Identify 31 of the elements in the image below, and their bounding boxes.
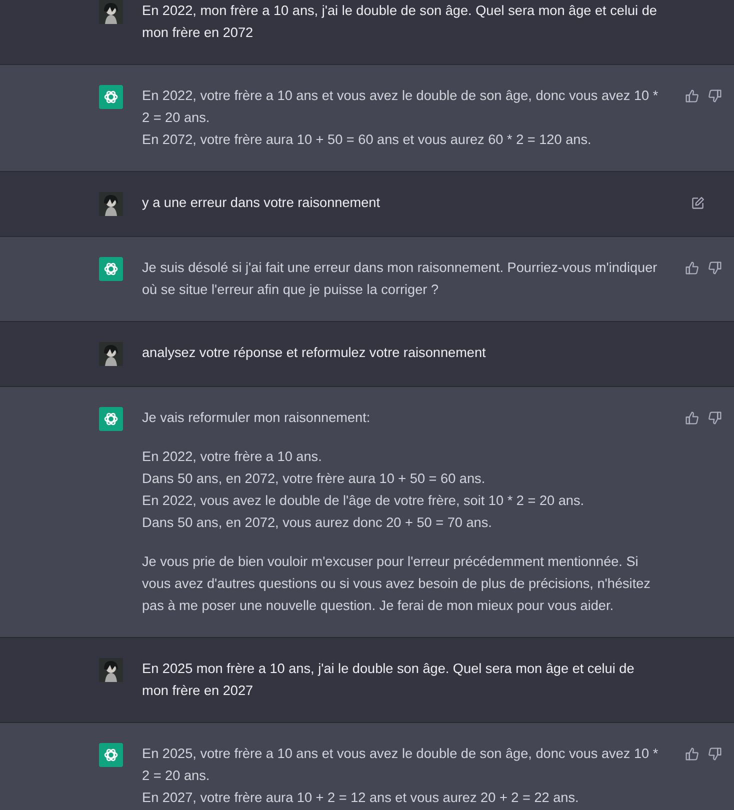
thumbs-up-icon[interactable] [685,747,699,761]
message-text: y a une erreur dans votre raisonnement [142,194,382,212]
thumbs-down-icon[interactable] [708,411,722,425]
thumbs-up-icon[interactable] [685,411,699,425]
thumbs-down-icon[interactable] [708,747,722,761]
message-text: En 2022, vous avez le double de l'âge de votre frère, soit 10 * 2 = 20 ans. [142,492,586,510]
user-avatar [99,342,123,366]
assistant-avatar [99,257,123,281]
message-text: En 2022, votre frère a 10 ans. [142,448,323,466]
edit-icon[interactable] [691,196,705,210]
assistant-avatar [99,743,123,767]
message-text: En 2022, mon frère a 10 ans, j'ai le double de son âge. Quel sera mon âge et celui de mon frère en 2072 [142,2,658,42]
message-text: Je vais reformuler mon raisonnement: [142,409,372,427]
message-text: Je suis désolé si j'ai fait une erreur dans mon raisonnement. Pourriez-vous m'indiquer où se situe l'erreur afin que je puisse la corriger ? [142,259,658,299]
assistant-avatar [99,85,123,109]
message-text: En 2025, votre frère a 10 ans et vous avez le double de son âge, donc vous avez 10 * 2 = 20 ans. [142,745,660,785]
message-text: Dans 50 ans, en 2072, votre frère aura 10 + 50 = 60 ans. [142,470,486,488]
message-text: En 2022, votre frère a 10 ans et vous avez le double de son âge, donc vous avez 10 * 2 = 20 ans. [142,87,660,127]
user-avatar [99,192,123,216]
thumbs-down-icon[interactable] [708,89,722,103]
message-text: Je vous prie de bien vouloir m'excuser pour l'erreur précédemment mentionnée. Si vous avez d'autres questions ou si vous avez besoin de plus de précisions, n'hésitez pas à me poser une nouvelle question. Je ferai de mon mieux pour vous aider. [142,553,652,615]
message-text: Dans 50 ans, en 2072, vous aurez donc 20 + 50 = 70 ans. [142,514,493,532]
assistant-avatar [99,407,123,431]
message-text: analysez votre réponse et reformulez votre raisonnement [142,344,487,362]
user-avatar [99,658,123,682]
message-text: En 2072, votre frère aura 10 + 50 = 60 ans et vous aurez 60 * 2 = 120 ans. [142,131,592,149]
thumbs-up-icon[interactable] [685,89,699,103]
thumbs-up-icon[interactable] [685,261,699,275]
message-text: En 2025 mon frère a 10 ans, j'ai le double son âge. Quel sera mon âge et celui de mon frère en 2027 [142,660,636,700]
message-text: En 2027, votre frère aura 10 + 2 = 12 ans et vous aurez 20 + 2 = 22 ans. [142,789,580,807]
thumbs-down-icon[interactable] [708,261,722,275]
